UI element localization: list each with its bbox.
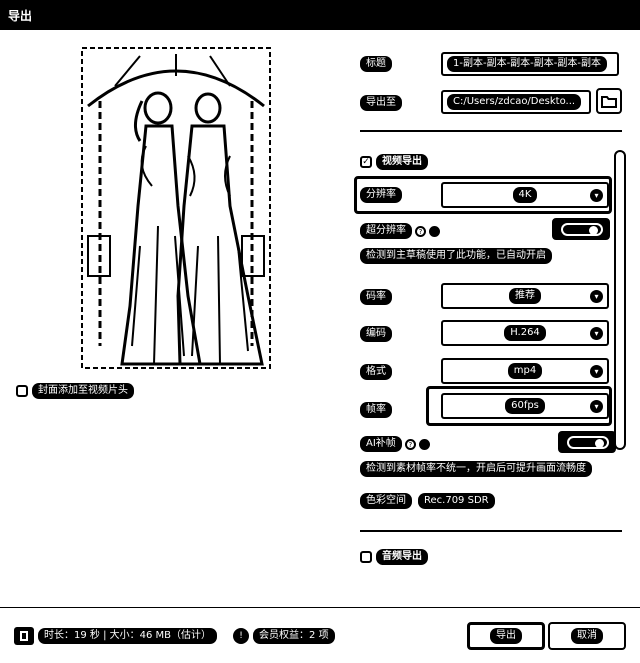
cover-checkbox-row[interactable]: 封面添加至视频片头 (16, 383, 134, 399)
section-divider-bottom (360, 530, 622, 532)
preview-image (80, 46, 272, 370)
color-space-label: 色彩空间 (360, 493, 412, 509)
export-to-label: 导出至 (360, 95, 402, 111)
resolution-select[interactable]: 4K ▾ (441, 182, 609, 208)
framerate-select[interactable]: 60fps ▾ (441, 393, 609, 419)
format-value: mp4 (507, 363, 543, 379)
footer-divider (0, 607, 640, 608)
framerate-value: 60fps (505, 398, 545, 414)
export-path-value: C:/Users/zdcao/Deskto... (447, 94, 582, 110)
chevron-down-icon: ▾ (590, 365, 603, 378)
format-label: 格式 (360, 364, 392, 380)
info-icon[interactable]: ? (404, 438, 416, 450)
diamond-icon (418, 438, 430, 450)
browse-folder-button[interactable] (596, 88, 622, 114)
window-title: 导出 (8, 8, 33, 23)
super-res-label: 超分辨率 (360, 223, 412, 239)
bitrate-select[interactable]: 推荐 ▾ (441, 283, 609, 309)
export-path-input[interactable]: C:/Users/zdcao/Deskto... (441, 90, 591, 114)
diamond-icon (429, 225, 440, 237)
section-divider-top (360, 130, 622, 132)
title-input[interactable]: 1-副本-副本-副本-副本-副本-副本 (441, 52, 619, 76)
codec-label: 编码 (360, 326, 392, 342)
settings-scrollbar[interactable] (614, 150, 626, 450)
framerate-label: 帧率 (360, 402, 392, 418)
audio-export-header[interactable]: 音频导出 (360, 549, 428, 565)
format-select[interactable]: mp4 ▾ (441, 358, 609, 384)
footer-info: 时长：19 秒 | 大小：46 MB（估计） ! 会员权益：2 项 (14, 627, 335, 645)
chevron-down-icon: ▾ (590, 189, 603, 202)
title-input-value: 1-副本-副本-副本-副本-副本-副本 (447, 56, 608, 72)
resolution-label: 分辨率 (360, 187, 402, 203)
color-space-value: Rec.709 SDR (418, 493, 495, 509)
ai-frame-label: AI补帧 (360, 436, 402, 452)
cover-checkbox-label: 封面添加至视频片头 (32, 383, 134, 399)
audio-export-checkbox[interactable] (360, 551, 372, 563)
bitrate-value: 推荐 (509, 288, 541, 304)
title-label: 标题 (360, 56, 392, 72)
chevron-down-icon: ▾ (590, 327, 603, 340)
folder-icon (601, 95, 617, 108)
ai-frame-toggle[interactable] (558, 431, 616, 453)
codec-value: H.264 (504, 325, 546, 341)
cancel-button[interactable]: 取消 (548, 622, 626, 650)
color-space-row: 色彩空间 Rec.709 SDR (360, 493, 495, 509)
member-benefits-text[interactable]: 会员权益：2 项 (253, 628, 335, 644)
cancel-button-label: 取消 (571, 628, 603, 644)
video-export-header[interactable]: ✓ 视频导出 (360, 154, 428, 170)
info-icon[interactable]: ? (415, 225, 426, 237)
window-title-bar: 导出 (0, 0, 640, 30)
codec-select[interactable]: H.264 ▾ (441, 320, 609, 346)
resolution-value: 4K (512, 187, 538, 203)
video-export-checkbox[interactable]: ✓ (360, 156, 372, 168)
super-res-toggle[interactable] (552, 218, 610, 240)
ai-frame-hint: 检测到素材帧率不统一，开启后可提升画面流畅度 (360, 461, 592, 477)
film-icon (14, 627, 34, 645)
video-export-label: 视频导出 (376, 154, 428, 170)
video-preview (80, 46, 272, 370)
cover-checkbox[interactable] (16, 385, 28, 397)
duration-size-text: 时长：19 秒 | 大小：46 MB（估计） (38, 628, 218, 644)
bitrate-label: 码率 (360, 289, 392, 305)
super-res-hint: 检测到主草稿使用了此功能，已自动开启 (360, 248, 552, 264)
chevron-down-icon: ▾ (590, 400, 603, 413)
chevron-down-icon: ▾ (590, 290, 603, 303)
member-icon: ! (233, 628, 250, 644)
audio-export-label: 音频导出 (376, 549, 428, 565)
super-res-row: 超分辨率 ? (360, 223, 440, 239)
ai-frame-row: AI补帧 ? (360, 436, 430, 452)
export-button[interactable]: 导出 (467, 622, 545, 650)
export-button-label: 导出 (490, 628, 522, 644)
